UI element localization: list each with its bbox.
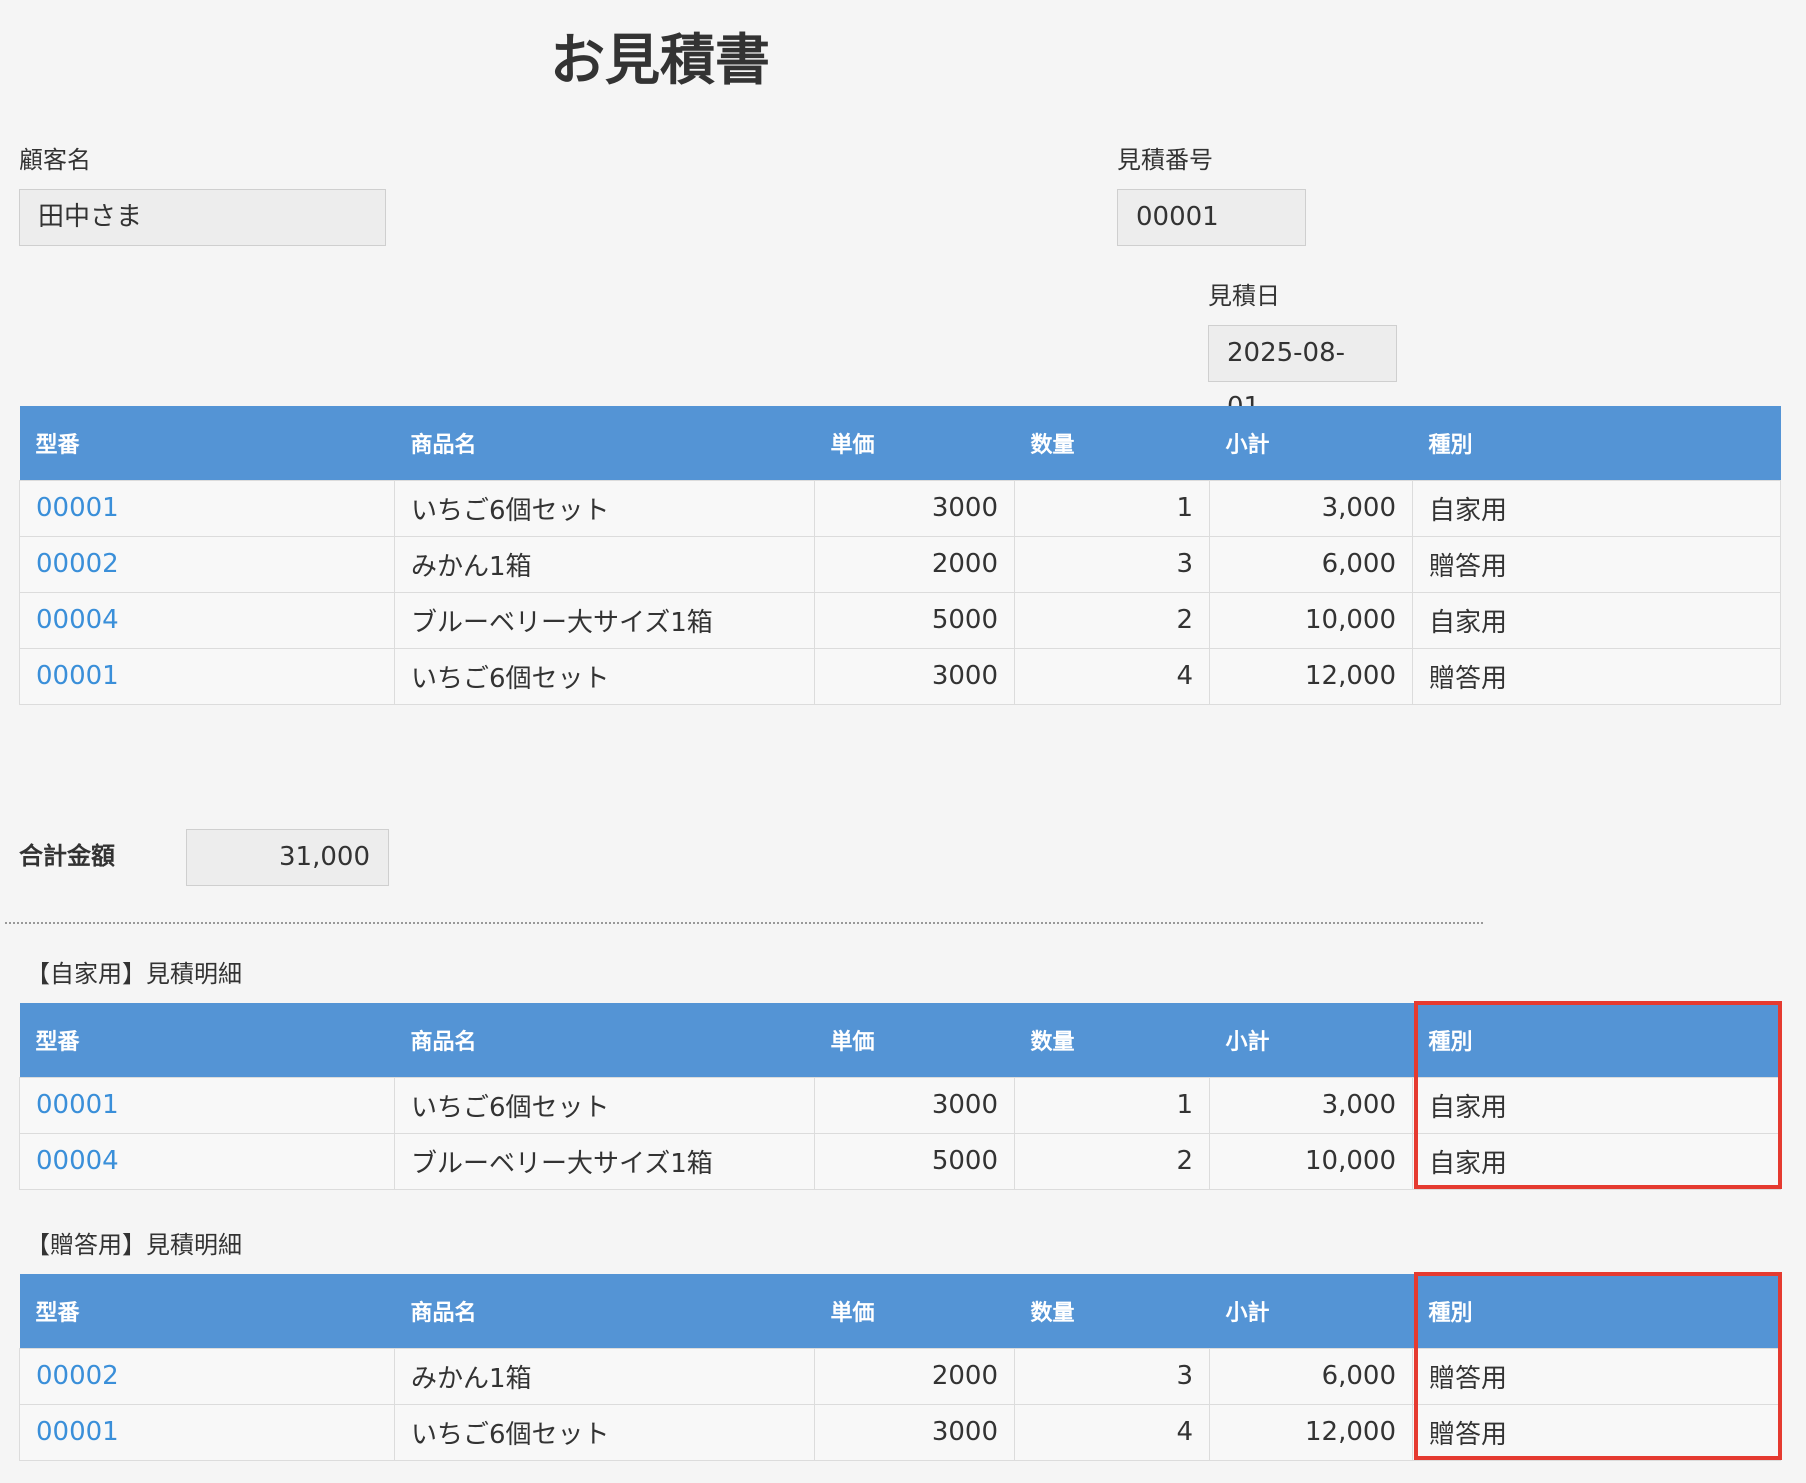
col-header-qty: 数量 [1014,1003,1210,1077]
item-type: 自家用 [1412,479,1781,537]
item-code-link[interactable]: 00001 [19,479,395,537]
col-header-name: 商品名 [394,406,815,480]
col-header-price: 単価 [814,406,1015,480]
item-name: ブルーベリー大サイズ1箱 [394,1132,815,1190]
col-header-code: 型番 [19,406,395,480]
item-code-link[interactable]: 00002 [19,535,395,593]
customer-label: 顧客名 [19,146,91,174]
type-column-highlight [1414,1272,1782,1460]
item-name: ブルーベリー大サイズ1箱 [394,591,815,649]
item-qty: 1 [1014,479,1210,537]
item-code-link[interactable]: 00001 [19,1403,395,1461]
total-label: 合計金額 [19,842,115,870]
home-section-title: 【自家用】見積明細 [26,960,242,988]
item-subtotal: 3,000 [1209,479,1413,537]
col-header-type: 種別 [1412,406,1781,480]
item-qty: 3 [1014,1347,1210,1405]
item-code-link[interactable]: 00004 [19,591,395,649]
item-type: 贈答用 [1412,535,1781,593]
item-subtotal: 6,000 [1209,535,1413,593]
item-price: 3000 [814,1403,1015,1461]
total-field[interactable]: 31,000 [186,829,389,886]
item-code-link[interactable]: 00002 [19,1347,395,1405]
item-qty: 2 [1014,591,1210,649]
section-divider [5,922,1483,924]
item-subtotal: 10,000 [1209,591,1413,649]
table-row: 00002 みかん1箱 2000 3 6,000 贈答用 [19,535,1781,593]
customer-field[interactable]: 田中さま [19,189,386,246]
item-qty: 1 [1014,1076,1210,1134]
col-header-code: 型番 [19,1274,395,1348]
estimate-number-field[interactable]: 00001 [1117,189,1306,246]
estimate-date-field[interactable]: 2025-08-01 [1208,325,1397,422]
col-header-price: 単価 [814,1274,1015,1348]
item-qty: 3 [1014,535,1210,593]
table-row: 00001 いちご6個セット 3000 1 3,000 自家用 [19,479,1781,537]
item-name: いちご6個セット [394,647,815,705]
table-row: 00004 ブルーベリー大サイズ1箱 5000 2 10,000 自家用 [19,591,1781,649]
col-header-subtotal: 小計 [1209,1274,1413,1348]
estimate-date-label: 見積日 [1208,282,1280,310]
item-price: 2000 [814,535,1015,593]
item-subtotal: 3,000 [1209,1076,1413,1134]
item-qty: 4 [1014,647,1210,705]
table-header-row: 型番 商品名 単価 数量 小計 種別 [19,406,1781,480]
col-header-name: 商品名 [394,1003,815,1077]
item-qty: 2 [1014,1132,1210,1190]
item-subtotal: 12,000 [1209,1403,1413,1461]
col-header-price: 単価 [814,1003,1015,1077]
gift-section-title: 【贈答用】見積明細 [26,1231,242,1259]
item-code-link[interactable]: 00001 [19,647,395,705]
item-subtotal: 12,000 [1209,647,1413,705]
item-code-link[interactable]: 00001 [19,1076,395,1134]
item-price: 3000 [814,479,1015,537]
col-header-name: 商品名 [394,1274,815,1348]
col-header-qty: 数量 [1014,406,1210,480]
item-subtotal: 6,000 [1209,1347,1413,1405]
item-name: みかん1箱 [394,1347,815,1405]
item-price: 2000 [814,1347,1015,1405]
item-name: みかん1箱 [394,535,815,593]
item-price: 3000 [814,1076,1015,1134]
estimate-number-label: 見積番号 [1117,146,1213,174]
item-name: いちご6個セット [394,479,815,537]
item-name: いちご6個セット [394,1403,815,1461]
item-name: いちご6個セット [394,1076,815,1134]
item-qty: 4 [1014,1403,1210,1461]
item-price: 5000 [814,1132,1015,1190]
table-row: 00001 いちご6個セット 3000 4 12,000 贈答用 [19,647,1781,705]
col-header-qty: 数量 [1014,1274,1210,1348]
col-header-subtotal: 小計 [1209,1003,1413,1077]
item-type: 自家用 [1412,591,1781,649]
item-code-link[interactable]: 00004 [19,1132,395,1190]
col-header-subtotal: 小計 [1209,406,1413,480]
item-price: 3000 [814,647,1015,705]
item-subtotal: 10,000 [1209,1132,1413,1190]
type-column-highlight [1414,1001,1782,1189]
page-title: お見積書 [549,28,770,92]
item-type: 贈答用 [1412,647,1781,705]
item-price: 5000 [814,591,1015,649]
estimate-table: 型番 商品名 単価 数量 小計 種別 00001 いちご6個セット 3000 1… [19,406,1781,705]
col-header-code: 型番 [19,1003,395,1077]
